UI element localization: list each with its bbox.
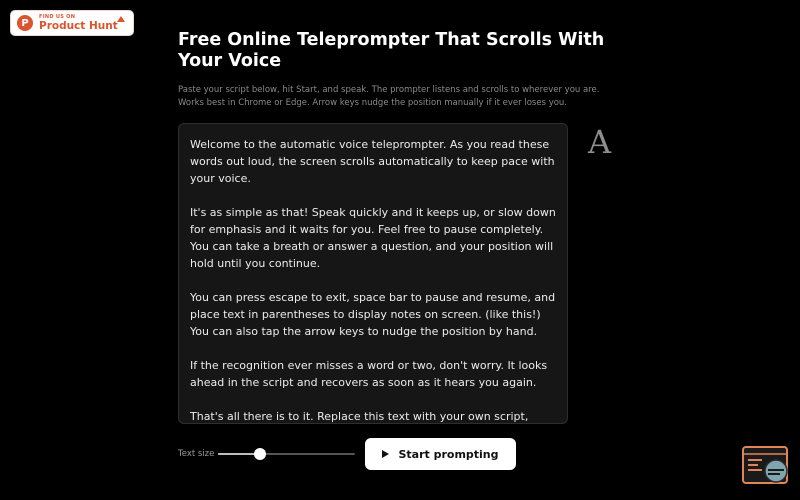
script-paragraph: It's as simple as that! Speak quickly an… [190, 206, 556, 270]
product-hunt-badge[interactable]: P FIND US ON Product Hunt [10, 10, 134, 36]
product-hunt-name: Product Hunt [39, 19, 118, 32]
play-icon [382, 450, 390, 458]
product-hunt-text: FIND US ON Product Hunt [39, 13, 118, 32]
text-size-label: Text size [178, 449, 215, 459]
script-paragraph: Welcome to the automatic voice telepromp… [190, 138, 555, 185]
start-prompting-button[interactable]: Start prompting [365, 438, 516, 470]
script-textarea[interactable]: Welcome to the automatic voice telepromp… [178, 123, 568, 424]
product-hunt-icon: P [17, 15, 33, 31]
page-title: Free Online Teleprompter That Scrolls Wi… [178, 30, 605, 71]
text-size-slider[interactable] [218, 448, 355, 460]
script-paragraph: That's all there is to it. Replace this … [190, 410, 529, 423]
upvote-icon [117, 16, 125, 22]
product-hunt-find-us: FIND US ON [39, 13, 76, 20]
slider-thumb[interactable] [254, 448, 267, 460]
chat-support-icon[interactable] [742, 446, 790, 486]
start-prompting-label: Start prompting [398, 447, 499, 461]
script-paragraph: If the recognition ever misses a word or… [190, 359, 548, 389]
script-paragraph: You can press escape to exit, space bar … [190, 291, 556, 338]
font-icon[interactable]: A [588, 124, 611, 160]
page-subtitle: Paste your script below, hit Start, and … [178, 85, 600, 108]
